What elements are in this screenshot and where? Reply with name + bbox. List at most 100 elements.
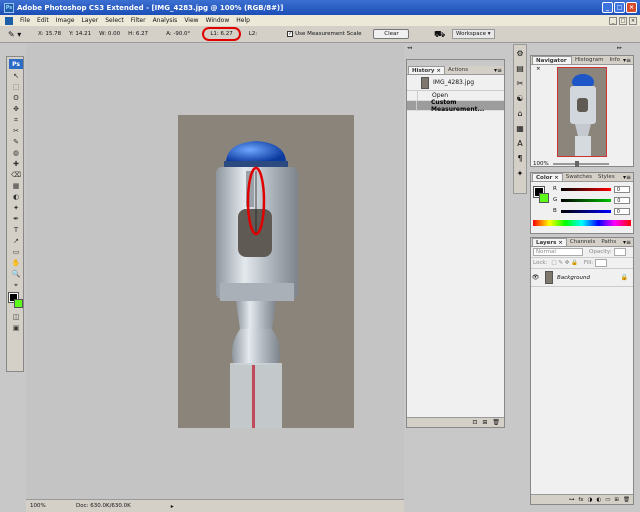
channel-b-slider[interactable] (560, 209, 611, 213)
layers-panel-menu-icon[interactable]: ▾≡ (623, 239, 631, 246)
ruler-tool-preset-icon[interactable]: ✎ ▾ (8, 30, 30, 39)
opacity-field[interactable] (613, 248, 626, 256)
new-layer-icon[interactable]: ⊞ (614, 497, 619, 503)
crop-tool-icon[interactable]: ⌗ (9, 115, 23, 125)
doc-close-icon[interactable]: × (629, 16, 637, 25)
clone-source-icon[interactable]: ✂ (514, 78, 526, 90)
color-swatches[interactable] (8, 292, 23, 309)
channel-g-slider[interactable] (561, 198, 612, 202)
navigator-zoom-value[interactable]: 100% (533, 161, 549, 167)
shape-tool-icon[interactable]: ▭ (9, 247, 23, 257)
history-source-box[interactable] (407, 100, 418, 111)
link-layers-icon[interactable]: ⊶ (569, 497, 575, 503)
clone-stamp-tool-icon[interactable]: ◍ (9, 148, 23, 158)
delete-icon[interactable]: 🗑 (492, 419, 500, 426)
tool-presets-icon[interactable]: ▤ (514, 63, 526, 75)
layer-comps-icon[interactable]: ▦ (514, 123, 526, 135)
menu-file[interactable]: File (20, 17, 30, 24)
adjustment-layer-icon[interactable]: ◐ (596, 497, 601, 503)
status-menu-arrow-icon[interactable]: ▸ (171, 503, 174, 510)
type-tool-icon[interactable]: T (9, 225, 23, 235)
menu-help[interactable]: Help (236, 17, 250, 24)
screen-mode-icon[interactable]: ▣ (9, 323, 23, 333)
tab-history[interactable]: History × (408, 66, 445, 74)
pen-tool-icon[interactable]: ✒ (9, 214, 23, 224)
tab-swatches[interactable]: Swatches (563, 173, 595, 181)
collapse-dock-icon[interactable]: ◂◂ (407, 45, 412, 51)
color-background-swatch[interactable] (539, 193, 549, 203)
history-source-box[interactable] (407, 90, 418, 101)
menu-image[interactable]: Image (56, 17, 75, 24)
blur-tool-icon[interactable]: ✦ (9, 203, 23, 213)
new-document-icon[interactable]: ⊡ (472, 419, 477, 426)
tab-navigator[interactable]: Navigator × (532, 56, 572, 72)
zoom-tool-icon[interactable]: 🔍 (9, 269, 23, 279)
tab-color[interactable]: Color × (532, 173, 563, 181)
navigator-zoom-slider[interactable] (552, 160, 609, 167)
character-icon[interactable]: A (514, 138, 526, 150)
animation-icon[interactable]: ☯ (514, 93, 526, 105)
blend-mode-select[interactable]: Normal (533, 248, 583, 256)
healing-tool-icon[interactable]: ✚ (9, 159, 23, 169)
paragraph-icon[interactable]: ¶ (514, 153, 526, 165)
dodge-tool-icon[interactable]: ◐ (9, 192, 23, 202)
channel-r-value[interactable]: 0 (613, 185, 630, 193)
tab-channels[interactable]: Channels (567, 238, 598, 246)
minimize-icon[interactable]: _ (602, 2, 613, 13)
hand-tool-icon[interactable]: ✋ (9, 258, 23, 268)
tab-layers[interactable]: Layers × (532, 238, 567, 246)
navigator-panel-menu-icon[interactable]: ▾≡ (623, 57, 631, 64)
bridge-icon[interactable]: ⛟ (434, 30, 445, 41)
color-spectrum-ramp[interactable] (533, 220, 631, 226)
move-tool-icon[interactable]: ↖ (9, 71, 23, 81)
menu-analysis[interactable]: Analysis (153, 17, 178, 24)
workspace-menu[interactable]: Workspace ▾ (452, 29, 495, 39)
ruler-tool-icon[interactable]: ⌖ (9, 280, 23, 290)
zoom-level[interactable]: 100% (30, 503, 60, 509)
fill-field[interactable] (595, 259, 608, 267)
magic-wand-tool-icon[interactable]: ✥ (9, 104, 23, 114)
layer-mask-icon[interactable]: ◑ (588, 497, 593, 503)
navigator-preview[interactable] (557, 67, 607, 157)
tab-histogram[interactable]: Histogram (572, 56, 607, 64)
history-snapshot[interactable]: IMG_4283.jpg (407, 75, 504, 91)
clear-button[interactable]: Clear (373, 29, 410, 39)
menu-window[interactable]: Window (206, 17, 230, 24)
info-icon[interactable]: ✦ (514, 168, 526, 180)
lock-icons[interactable]: □ ✎ ✥ 🔒 (551, 260, 578, 266)
measurement-log-icon[interactable]: ⌂ (514, 108, 526, 120)
quick-mask-icon[interactable]: ◫ (9, 312, 23, 322)
menu-select[interactable]: Select (105, 17, 124, 24)
lasso-tool-icon[interactable]: ʘ (9, 93, 23, 103)
delete-layer-icon[interactable]: 🗑 (623, 497, 630, 503)
channel-r-slider[interactable] (560, 187, 611, 191)
new-group-icon[interactable]: ▭ (605, 497, 610, 503)
brushes-icon[interactable]: ⚙ (514, 48, 526, 60)
marquee-tool-icon[interactable]: ⬚ (9, 82, 23, 92)
menu-filter[interactable]: Filter (131, 17, 146, 24)
new-snapshot-icon[interactable]: ⊞ (482, 419, 487, 426)
tab-info[interactable]: Info (607, 56, 623, 64)
eye-icon[interactable]: 👁 (531, 274, 540, 281)
collapse-right-dock-icon[interactable]: ▸▸ (617, 45, 622, 51)
layer-row[interactable]: 👁 Background 🔒 (531, 269, 633, 287)
layer-style-icon[interactable]: fx (578, 497, 583, 503)
tab-paths[interactable]: Paths (598, 238, 619, 246)
menu-edit[interactable]: Edit (37, 17, 49, 24)
background-color[interactable] (14, 299, 23, 308)
history-panel-menu-icon[interactable]: ▾≡ (494, 67, 502, 74)
maximize-icon[interactable]: □ (614, 2, 625, 13)
history-item-selected[interactable]: Custom Measurement... (407, 99, 504, 113)
channel-b-value[interactable]: 0 (613, 207, 630, 215)
slider-thumb[interactable] (574, 160, 579, 167)
doc-minimize-icon[interactable]: _ (609, 16, 617, 25)
brush-tool-icon[interactable]: ✎ (9, 137, 23, 147)
use-measurement-scale-checkbox[interactable]: ✓ Use Measurement Scale (287, 31, 361, 37)
doc-restore-icon[interactable]: □ (619, 16, 627, 25)
menu-view[interactable]: View (184, 17, 198, 24)
gradient-tool-icon[interactable]: ▦ (9, 181, 23, 191)
slice-tool-icon[interactable]: ✂ (9, 126, 23, 136)
path-selection-tool-icon[interactable]: ↗ (9, 236, 23, 246)
color-panel-menu-icon[interactable]: ▾≡ (623, 174, 631, 181)
tab-actions[interactable]: Actions (445, 66, 471, 74)
